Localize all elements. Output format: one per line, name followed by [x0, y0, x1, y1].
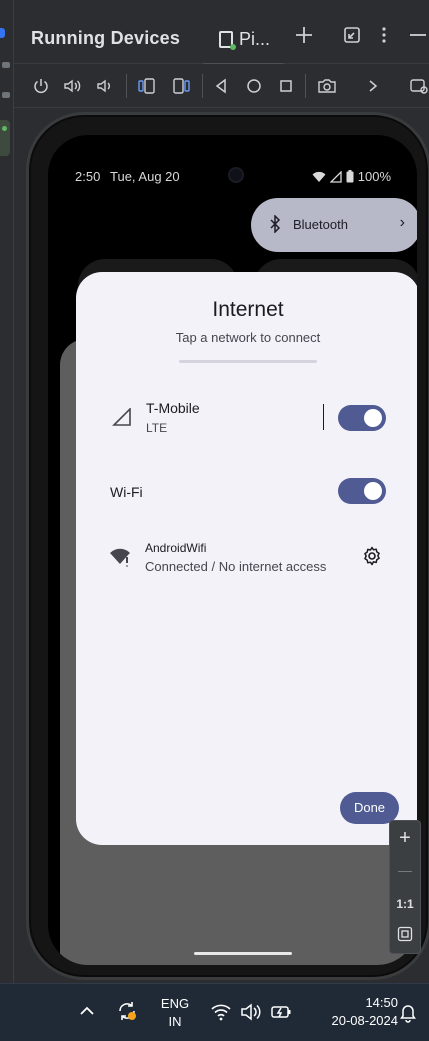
input-language[interactable]: ENG IN	[158, 995, 192, 1031]
device-display-area: 2:50 Tue, Aug 20 100% Bluetooth › Intern…	[14, 108, 429, 983]
device-toolbar	[14, 64, 429, 108]
mobile-network-row[interactable]: T-Mobile LTE	[76, 398, 417, 438]
front-camera	[228, 167, 244, 183]
status-date: Tue, Aug 20	[110, 169, 180, 184]
device-tab-icon	[219, 30, 236, 50]
bluetooth-label: Bluetooth	[293, 217, 348, 232]
internet-dialog: Internet Tap a network to connect T-Mobi…	[76, 272, 417, 845]
status-icons: 100%	[312, 169, 391, 184]
rotate-left-icon[interactable]	[136, 75, 158, 97]
rotate-right-icon[interactable]	[170, 75, 192, 97]
clock[interactable]: 14:50 20-08-2024	[322, 994, 399, 1030]
back-icon[interactable]	[210, 75, 232, 97]
active-indicator	[0, 28, 5, 38]
access-point-name: AndroidWifi	[145, 541, 207, 555]
notification-bell-icon[interactable]	[399, 1003, 417, 1023]
gesture-nav-handle[interactable]	[194, 952, 292, 955]
home-icon[interactable]	[243, 75, 265, 97]
bluetooth-tile[interactable]: Bluetooth ›	[251, 198, 417, 252]
toolbar-divider	[202, 74, 203, 98]
panel-title: Running Devices	[31, 28, 181, 48]
bluetooth-icon	[270, 215, 281, 233]
dialog-divider	[179, 360, 317, 363]
wifi-toggle[interactable]	[338, 478, 386, 504]
cell-signal-icon	[112, 408, 131, 426]
row-divider	[323, 404, 324, 430]
volume-down-icon[interactable]	[94, 75, 116, 97]
access-point-status: Connected / No internet access	[145, 559, 327, 574]
battery-percent: 100%	[357, 169, 391, 184]
wifi-icon	[211, 1004, 231, 1021]
status-time: 2:50	[75, 169, 101, 184]
more-vert-icon[interactable]	[372, 26, 396, 50]
phone-frame: 2:50 Tue, Aug 20 100% Bluetooth › Intern…	[26, 112, 429, 980]
toolbar-divider	[305, 74, 306, 98]
clock-time: 14:50	[365, 995, 398, 1010]
chevron-up-icon[interactable]	[78, 1004, 96, 1018]
windows-taskbar: ENG IN 14:50 20-08-2024	[0, 983, 429, 1041]
zoom-out-button[interactable]: —	[390, 855, 420, 885]
mobile-network-name: T-Mobile	[146, 400, 200, 416]
fit-screen-icon[interactable]	[390, 921, 420, 951]
tab-device[interactable]: Pi...	[203, 24, 285, 66]
dialog-title: Internet	[212, 298, 284, 321]
chevron-right-icon[interactable]	[362, 75, 384, 97]
dialog-subtitle: Tap a network to connect	[175, 330, 321, 345]
battery-icon	[346, 170, 354, 183]
wifi-status-icon	[312, 171, 326, 182]
toolbar-divider	[126, 74, 127, 98]
panel-header: Running Devices Pi...	[14, 0, 429, 66]
wifi-label: Wi-Fi	[110, 484, 143, 500]
access-point-row[interactable]: AndroidWifi Connected / No internet acce…	[76, 538, 417, 578]
zoom-in-button[interactable]: +	[390, 823, 420, 853]
gear-icon[interactable]	[362, 546, 382, 566]
overview-icon[interactable]	[275, 75, 297, 97]
clock-date: 20-08-2024	[331, 1013, 399, 1028]
mobile-network-type: LTE	[146, 421, 168, 435]
actual-size-button[interactable]: 1:1	[390, 889, 420, 919]
language-code: ENG	[160, 996, 190, 1011]
device-tab-label: Pi...	[239, 28, 271, 49]
region-code: IN	[168, 1014, 182, 1029]
phone-screen[interactable]: 2:50 Tue, Aug 20 100% Bluetooth › Intern…	[48, 135, 417, 965]
tool-window-icon[interactable]	[2, 92, 10, 98]
sync-icon[interactable]	[116, 1000, 138, 1022]
speaker-icon	[241, 1003, 261, 1021]
minimize-icon[interactable]	[406, 26, 429, 50]
restore-icon[interactable]	[340, 26, 364, 50]
signal-icon	[329, 170, 342, 183]
ide-left-strip	[0, 0, 14, 983]
battery-charging-icon	[271, 1006, 291, 1018]
system-tray-icons[interactable]	[210, 1002, 292, 1022]
wifi-no-internet-icon	[110, 548, 130, 567]
app-root: Running Devices Pi... 2:50 Tue, Aug 20 1…	[0, 0, 429, 1041]
chevron-right-icon: ›	[399, 214, 405, 231]
running-devices-tool-icon[interactable]	[0, 120, 10, 156]
tool-window-icon[interactable]	[2, 62, 10, 68]
zoom-controls: + — 1:1	[389, 820, 421, 954]
mobile-data-toggle[interactable]	[338, 405, 386, 431]
done-button[interactable]: Done	[340, 792, 399, 824]
camera-icon[interactable]	[316, 75, 338, 97]
volume-up-icon[interactable]	[62, 75, 84, 97]
window-icon[interactable]	[408, 75, 429, 97]
power-icon[interactable]	[30, 75, 52, 97]
add-icon[interactable]	[292, 26, 316, 50]
